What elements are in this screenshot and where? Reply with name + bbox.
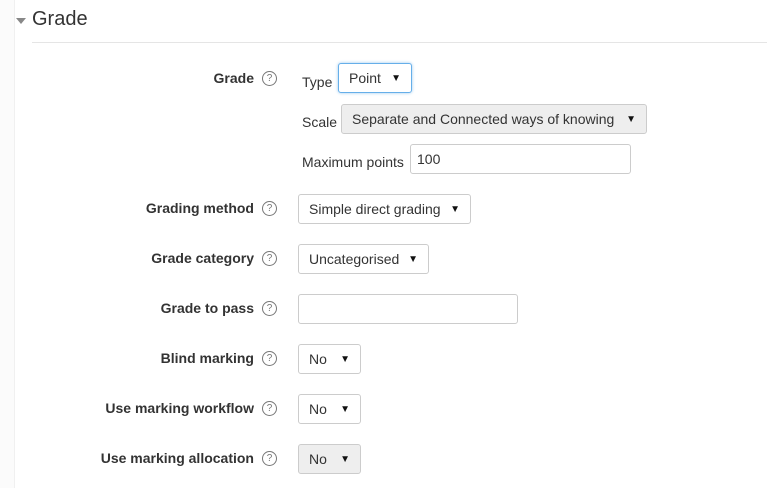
grading-method-label: Grading method ? bbox=[146, 200, 277, 216]
dropdown-arrow-icon: ▼ bbox=[391, 72, 401, 84]
marking-workflow-value: No bbox=[309, 401, 327, 417]
dropdown-arrow-icon: ▼ bbox=[450, 203, 460, 215]
scale-select[interactable]: Separate and Connected ways of knowing ▼ bbox=[341, 104, 647, 134]
grade-section-header[interactable]: Grade bbox=[16, 8, 88, 31]
blind-marking-select[interactable]: No ▼ bbox=[298, 344, 361, 374]
help-icon[interactable]: ? bbox=[262, 200, 277, 216]
help-icon[interactable]: ? bbox=[262, 450, 277, 466]
help-icon[interactable]: ? bbox=[262, 400, 277, 416]
grade-to-pass-label: Grade to pass ? bbox=[161, 300, 277, 316]
grade-type-value: Point bbox=[349, 70, 381, 86]
help-icon[interactable]: ? bbox=[262, 300, 277, 316]
marking-allocation-value: No bbox=[309, 451, 327, 467]
blind-marking-label: Blind marking ? bbox=[161, 350, 277, 366]
help-icon[interactable]: ? bbox=[262, 250, 277, 266]
marking-allocation-label: Use marking allocation ? bbox=[101, 450, 277, 466]
grade-category-label: Grade category ? bbox=[151, 250, 277, 266]
section-divider bbox=[32, 42, 767, 43]
help-icon[interactable]: ? bbox=[262, 350, 277, 366]
scale-value: Separate and Connected ways of knowing bbox=[352, 111, 615, 127]
dropdown-arrow-icon: ▼ bbox=[340, 353, 350, 365]
grade-category-value: Uncategorised bbox=[309, 251, 400, 267]
grading-method-select[interactable]: Simple direct grading ▼ bbox=[298, 194, 471, 224]
maximum-points-label: Maximum points bbox=[302, 154, 404, 170]
maximum-points-input[interactable]: 100 bbox=[410, 144, 631, 174]
grade-label: Grade ? bbox=[214, 70, 277, 86]
collapse-triangle-icon[interactable] bbox=[16, 17, 26, 24]
dropdown-arrow-icon: ▼ bbox=[340, 403, 350, 415]
dropdown-arrow-icon: ▼ bbox=[408, 253, 418, 265]
dropdown-arrow-icon: ▼ bbox=[340, 453, 350, 465]
help-icon[interactable]: ? bbox=[262, 70, 277, 86]
grade-type-select[interactable]: Point ▼ bbox=[338, 63, 412, 93]
grade-to-pass-input[interactable] bbox=[298, 294, 518, 324]
dropdown-arrow-icon: ▼ bbox=[626, 113, 636, 125]
grading-method-value: Simple direct grading bbox=[309, 201, 441, 217]
scale-label: Scale bbox=[302, 114, 338, 130]
marking-allocation-select[interactable]: No ▼ bbox=[298, 444, 361, 474]
grade-category-select[interactable]: Uncategorised ▼ bbox=[298, 244, 429, 274]
marking-workflow-label: Use marking workflow ? bbox=[105, 400, 277, 416]
type-label: Type bbox=[302, 74, 333, 90]
blind-marking-value: No bbox=[309, 351, 327, 367]
section-title: Grade bbox=[32, 8, 88, 30]
page-left-strip bbox=[0, 0, 15, 488]
marking-workflow-select[interactable]: No ▼ bbox=[298, 394, 361, 424]
